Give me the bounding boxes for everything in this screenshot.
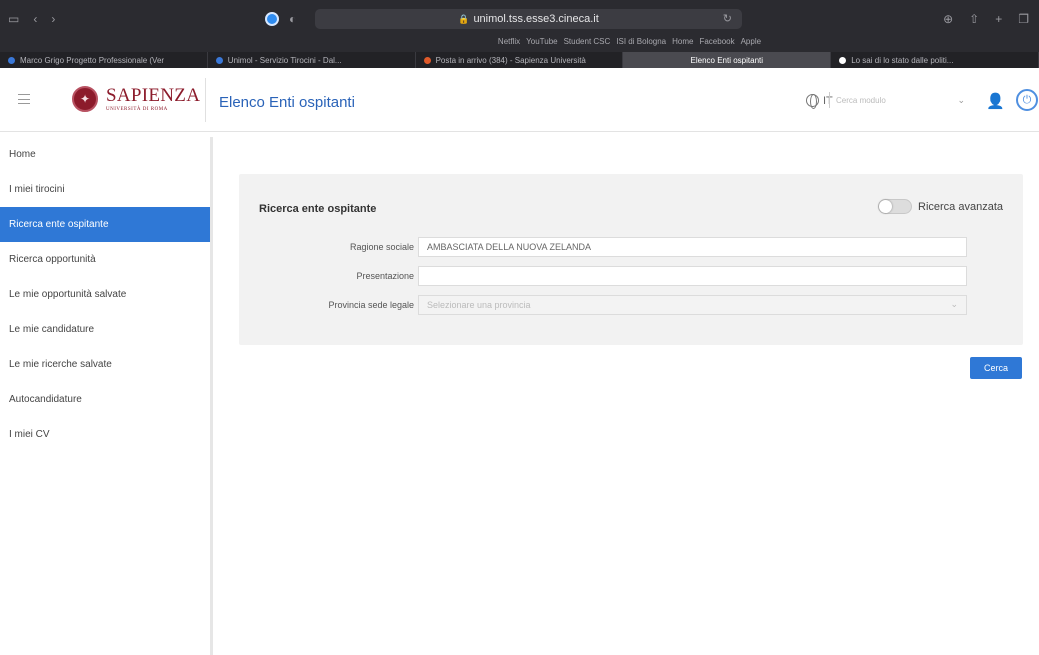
toggle-knob	[879, 200, 892, 213]
sidebar-nav: Home I miei tirocini Ricerca ente ospita…	[0, 137, 213, 655]
browser-tab-active[interactable]: Elenco Enti ospitanti	[623, 52, 832, 68]
module-search-input[interactable]: Cerca modulo ⌄	[829, 92, 969, 108]
bookmark-item[interactable]: YouTube	[526, 37, 557, 51]
university-logo[interactable]: ✦ SAPIENZA UNIVERSITÀ DI ROMA	[72, 86, 200, 112]
tab-label: Lo sai di lo stato dalle politi...	[851, 55, 954, 65]
forward-icon[interactable]: ›	[51, 12, 55, 26]
reload-icon[interactable]: ↻	[723, 12, 732, 25]
tab-strip: Marco Grigo Progetto Professionale (Ver …	[0, 52, 1039, 68]
tab-favicon-icon	[8, 56, 15, 64]
ragione-sociale-input[interactable]: AMBASCIATA DELLA NUOVA ZELANDA	[418, 237, 967, 257]
sidebar-item-miei-cv[interactable]: I miei CV	[0, 417, 210, 452]
form-row-ragione-sociale: Ragione sociale AMBASCIATA DELLA NUOVA Z…	[239, 237, 1023, 259]
form-row-provincia: Provincia sede legale Selezionare una pr…	[239, 295, 1023, 317]
tab-label: Marco Grigo Progetto Professionale (Ver	[20, 55, 165, 65]
sidebar-item-ricerca-ente[interactable]: Ricerca ente ospitante	[0, 207, 210, 242]
sidebar-toggle-icon[interactable]: ▭	[8, 12, 19, 26]
menu-icon[interactable]	[18, 94, 30, 104]
address-text: unimol.tss.esse3.cineca.it	[473, 13, 599, 25]
browser-tab[interactable]: Posta in arrivo (384) - Sapienza Univers…	[416, 52, 624, 68]
tab-label: Posta in arrivo (384) - Sapienza Univers…	[435, 55, 586, 65]
window-controls: ▭ ‹ ›	[8, 12, 55, 26]
panel-title: Ricerca ente ospitante	[259, 203, 377, 215]
new-tab-icon[interactable]: +	[995, 12, 1002, 26]
bookmark-item[interactable]: Apple	[741, 37, 761, 51]
back-icon[interactable]: ‹	[33, 12, 37, 26]
browser-tab[interactable]: Marco Grigo Progetto Professionale (Ver	[0, 52, 208, 68]
sidebar-item-opportunita-salvate[interactable]: Le mie opportunità salvate	[0, 277, 210, 312]
module-search-placeholder: Cerca modulo	[836, 95, 886, 105]
header-divider	[205, 78, 206, 122]
browser-chrome: ▭ ‹ › ◐ 🔒 unimol.tss.esse3.cineca.it ↻ ⊕…	[0, 0, 1039, 68]
advanced-search-label: Ricerca avanzata	[918, 200, 1003, 213]
user-icon[interactable]: 👤	[986, 92, 1005, 110]
provincia-select[interactable]: Selezionare una provincia ⌄	[418, 295, 967, 315]
field-label: Provincia sede legale	[328, 300, 414, 310]
bookmarks-bar: Netflix YouTube Student CSC ISI di Bolog…	[0, 37, 1039, 51]
sidebar-item-ricerche-salvate[interactable]: Le mie ricerche salvate	[0, 347, 210, 382]
bookmark-item[interactable]: Home	[672, 37, 693, 51]
tab-favicon-icon	[423, 56, 431, 64]
browser-tab[interactable]: Unimol - Servizio Tirocini - Dal...	[208, 52, 416, 68]
sidebar-item-home[interactable]: Home	[0, 137, 210, 172]
download-icon[interactable]: ⊕	[943, 12, 953, 26]
sidebar-item-autocandidature[interactable]: Autocandidature	[0, 382, 210, 417]
field-label: Ragione sociale	[349, 242, 414, 252]
bookmark-item[interactable]: Student CSC	[564, 37, 611, 51]
tab-label: Unimol - Servizio Tirocini - Dal...	[227, 55, 342, 65]
tab-favicon-icon	[839, 56, 847, 64]
shield-icon[interactable]	[265, 12, 279, 26]
logo-main-text: SAPIENZA	[106, 85, 201, 106]
app-header: ✦ SAPIENZA UNIVERSITÀ DI ROMA Elenco Ent…	[0, 68, 1039, 132]
logout-icon[interactable]: ⏻	[1016, 89, 1038, 111]
field-label: Presentazione	[356, 271, 414, 281]
tab-label: Elenco Enti ospitanti	[690, 55, 764, 65]
presentazione-input[interactable]	[418, 266, 967, 286]
logo-sub-text: UNIVERSITÀ DI ROMA	[106, 107, 168, 112]
provincia-select-value: Selezionare una provincia	[427, 300, 531, 310]
globe-icon	[806, 94, 819, 109]
bookmark-item[interactable]: Facebook	[699, 37, 734, 51]
chevron-down-icon: ⌄	[957, 94, 965, 105]
tab-favicon-icon	[215, 56, 223, 64]
address-bar[interactable]: 🔒 unimol.tss.esse3.cineca.it ↻	[315, 9, 742, 29]
bookmark-item[interactable]: ISI di Bologna	[616, 37, 666, 51]
search-button[interactable]: Cerca	[970, 357, 1022, 379]
bookmark-item[interactable]: Netflix	[498, 37, 520, 51]
sidebar-item-miei-tirocini[interactable]: I miei tirocini	[0, 172, 210, 207]
tabs-overview-icon[interactable]: ❐	[1018, 12, 1029, 26]
chevron-down-icon: ⌄	[950, 299, 958, 309]
sidebar-item-candidature[interactable]: Le mie candidature	[0, 312, 210, 347]
share-icon[interactable]: ⇧	[969, 12, 979, 26]
page-title: Elenco Enti ospitanti	[219, 94, 355, 111]
search-panel: Ricerca ente ospitante Ricerca avanzata …	[239, 174, 1023, 345]
sidebar-item-ricerca-opportunita[interactable]: Ricerca opportunità	[0, 242, 210, 277]
browser-tab[interactable]: Lo sai di lo stato dalle politi...	[831, 52, 1039, 68]
form-row-presentazione: Presentazione	[239, 266, 1023, 288]
advanced-search-toggle[interactable]: Ricerca avanzata	[878, 199, 1003, 214]
seal-icon: ✦	[72, 86, 98, 112]
toggle-switch[interactable]	[878, 199, 912, 214]
lock-icon: 🔒	[458, 13, 470, 24]
privacy-icon[interactable]: ◐	[289, 12, 296, 26]
